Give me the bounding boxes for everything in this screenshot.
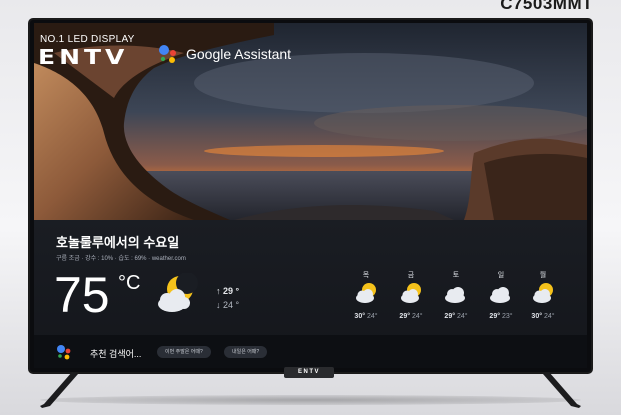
partly-cloudy-icon [401,283,421,303]
forecast-day-label: 일 [497,272,505,279]
forecast-day-label: 월 [539,272,547,279]
assistant-bar: 추천 검색어... 이번 주말은 어때? 내일은 어때? [34,335,587,368]
temperature-unit: °C [118,272,141,294]
partly-cloudy-icon [356,283,376,303]
tv-screen: NO.1 LED DISPLAY ENTV Google Assistant 호… [34,23,587,368]
forecast-temps: 30° 24° [354,313,378,320]
forecast-day: 목 30° 24° [346,270,386,320]
forecast-day-label: 토 [452,272,460,279]
google-assistant-badge: Google Assistant [158,44,291,64]
high-low: ↑ 29 ° ↓ 24 ° [216,284,239,312]
forecast-temps: 29° 24° [444,313,468,320]
suggestions-label: 추천 검색어... [90,349,142,359]
weather-title: 호놀룰루에서의 수요일 [56,235,180,250]
google-assistant-icon [57,345,71,360]
cloudy-icon [445,287,465,303]
low-temp: ↓ 24 ° [216,300,240,310]
forecast-temps: 30° 24° [531,313,555,320]
forecast-day-label: 목 [362,272,370,279]
google-assistant-label: Google Assistant [186,46,292,62]
brand-tagline: NO.1 LED DISPLAY [40,34,135,45]
forecast-day: 금 29° 24° [391,270,431,320]
weather-details: 구름 조금 · 강수 : 10% · 습도 : 69% · weather.co… [56,256,186,262]
weather-panel: 호놀룰루에서의 수요일 구름 조금 · 강수 : 10% · 습도 : 69% … [34,220,587,368]
forecast-temps: 29° 24° [399,313,423,320]
suggestion-chip[interactable]: 이번 주말은 어때? [157,346,211,358]
google-assistant-icon [159,45,176,63]
current-temperature: 75 [54,267,110,323]
forecast-day-label: 금 [407,272,415,279]
brand-logo: ENTV [38,45,129,69]
cloudy-icon [490,287,510,303]
forecast-day: 일 29° 23° [481,270,521,320]
stand-logo: ENTV [284,367,334,378]
high-temp: ↑ 29 ° [216,286,240,296]
partly-cloudy-night-icon [158,273,198,312]
forecast-temps: 29° 23° [489,313,513,320]
suggestion-chip[interactable]: 내일은 어때? [224,346,268,358]
floor-shadow [40,395,581,405]
forecast-day: 월 30° 24° [523,270,563,320]
forecast-day: 토 29° 24° [436,270,476,320]
model-label: C7503MMT [500,0,593,13]
partly-cloudy-icon [533,283,553,303]
